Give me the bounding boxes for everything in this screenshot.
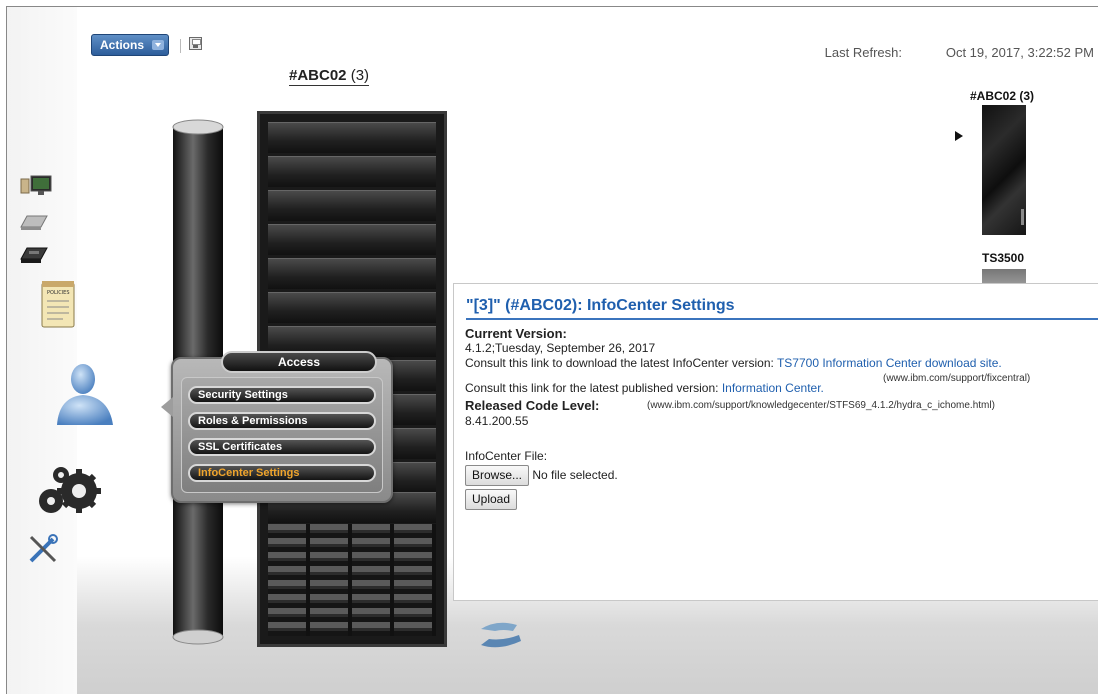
download-link[interactable]: TS7700 Information Center download site. (777, 356, 1002, 370)
last-refresh-value: Oct 19, 2017, 3:22:52 PM (945, 45, 1094, 60)
no-file-selected-text: No file selected. (532, 468, 618, 482)
published-text: Consult this link for the latest publish… (465, 381, 719, 395)
rack-drawer (268, 224, 436, 255)
menu-item-infocenter-settings[interactable]: InfoCenter Settings (188, 464, 376, 482)
menu-item-roles-permissions[interactable]: Roles & Permissions (188, 412, 376, 430)
menu-item-security-settings[interactable]: Security Settings (188, 386, 376, 404)
browse-button[interactable]: Browse... (465, 465, 530, 486)
actions-button-label: Actions (100, 38, 145, 52)
download-text: Consult this link to download the latest… (465, 356, 774, 370)
left-nav-bar (7, 7, 77, 694)
policies-icon-label: POLICIES (47, 290, 70, 296)
published-url: (www.ibm.com/support/knowledgecenter/STF… (647, 400, 995, 411)
infocenter-file-label: InfoCenter File: (465, 449, 548, 463)
mini-cluster-rack[interactable] (982, 105, 1026, 235)
toolbar-divider (180, 39, 181, 53)
rack-drawer (268, 292, 436, 323)
released-code-value: 8.41.200.55 (465, 414, 529, 428)
published-line: Consult this link for the latest publish… (465, 381, 824, 396)
rack-disk-grid (268, 524, 436, 636)
tape-drive-icon[interactable] (19, 245, 49, 265)
upload-row: Upload (465, 489, 518, 510)
user-access-icon[interactable] (53, 359, 117, 429)
settings-gears-icon[interactable] (31, 463, 107, 519)
mini-cluster-title[interactable]: #ABC02 (3) (970, 89, 1034, 103)
service-tools-icon[interactable] (27, 533, 59, 565)
access-menu-panel: Access Security Settings Roles & Permiss… (161, 351, 393, 503)
access-menu-title: Access (221, 351, 377, 373)
infocenter-settings-panel: "[3]" (#ABC02): InfoCenter Settings Curr… (453, 283, 1098, 601)
disk-drive-icon[interactable] (19, 213, 49, 231)
rack-drawer (268, 190, 436, 221)
chevron-down-icon (152, 40, 164, 50)
file-picker: Browse... No file selected. (465, 465, 618, 486)
help-arrow-icon[interactable] (477, 619, 525, 651)
cluster-name: #ABC02 (289, 67, 347, 84)
cluster-title[interactable]: #ABC02 (3) (289, 67, 370, 86)
actions-button[interactable]: Actions (91, 34, 169, 56)
current-version-label: Current Version: (465, 326, 567, 341)
monitor-icon[interactable] (19, 175, 53, 197)
play-arrow-icon (955, 131, 963, 141)
published-link[interactable]: Information Center. (722, 381, 824, 395)
download-line: Consult this link to download the latest… (465, 356, 1002, 371)
tape-library-label[interactable]: TS3500 (982, 251, 1024, 265)
main-window: Actions Last Refresh: Oct 19, 2017, 3:22… (6, 6, 1098, 694)
rack-drawer (268, 156, 436, 187)
cluster-count: (3) (350, 67, 370, 84)
save-icon[interactable] (189, 37, 202, 50)
policies-icon[interactable]: POLICIES (39, 279, 77, 329)
upload-button[interactable]: Upload (465, 489, 518, 510)
rack-drawer (268, 122, 436, 153)
access-menu-list: Security Settings Roles & Permissions SS… (181, 377, 383, 493)
released-code-label: Released Code Level: (465, 398, 600, 413)
download-url: (www.ibm.com/support/fixcentral) (883, 373, 1031, 384)
panel-title: "[3]" (#ABC02): InfoCenter Settings (466, 297, 1098, 320)
rack-drawer (268, 258, 436, 289)
menu-item-ssl-certificates[interactable]: SSL Certificates (188, 438, 376, 456)
last-refresh-label: Last Refresh: (824, 45, 902, 60)
current-version-value: 4.1.2;Tuesday, September 26, 2017 (465, 341, 656, 355)
